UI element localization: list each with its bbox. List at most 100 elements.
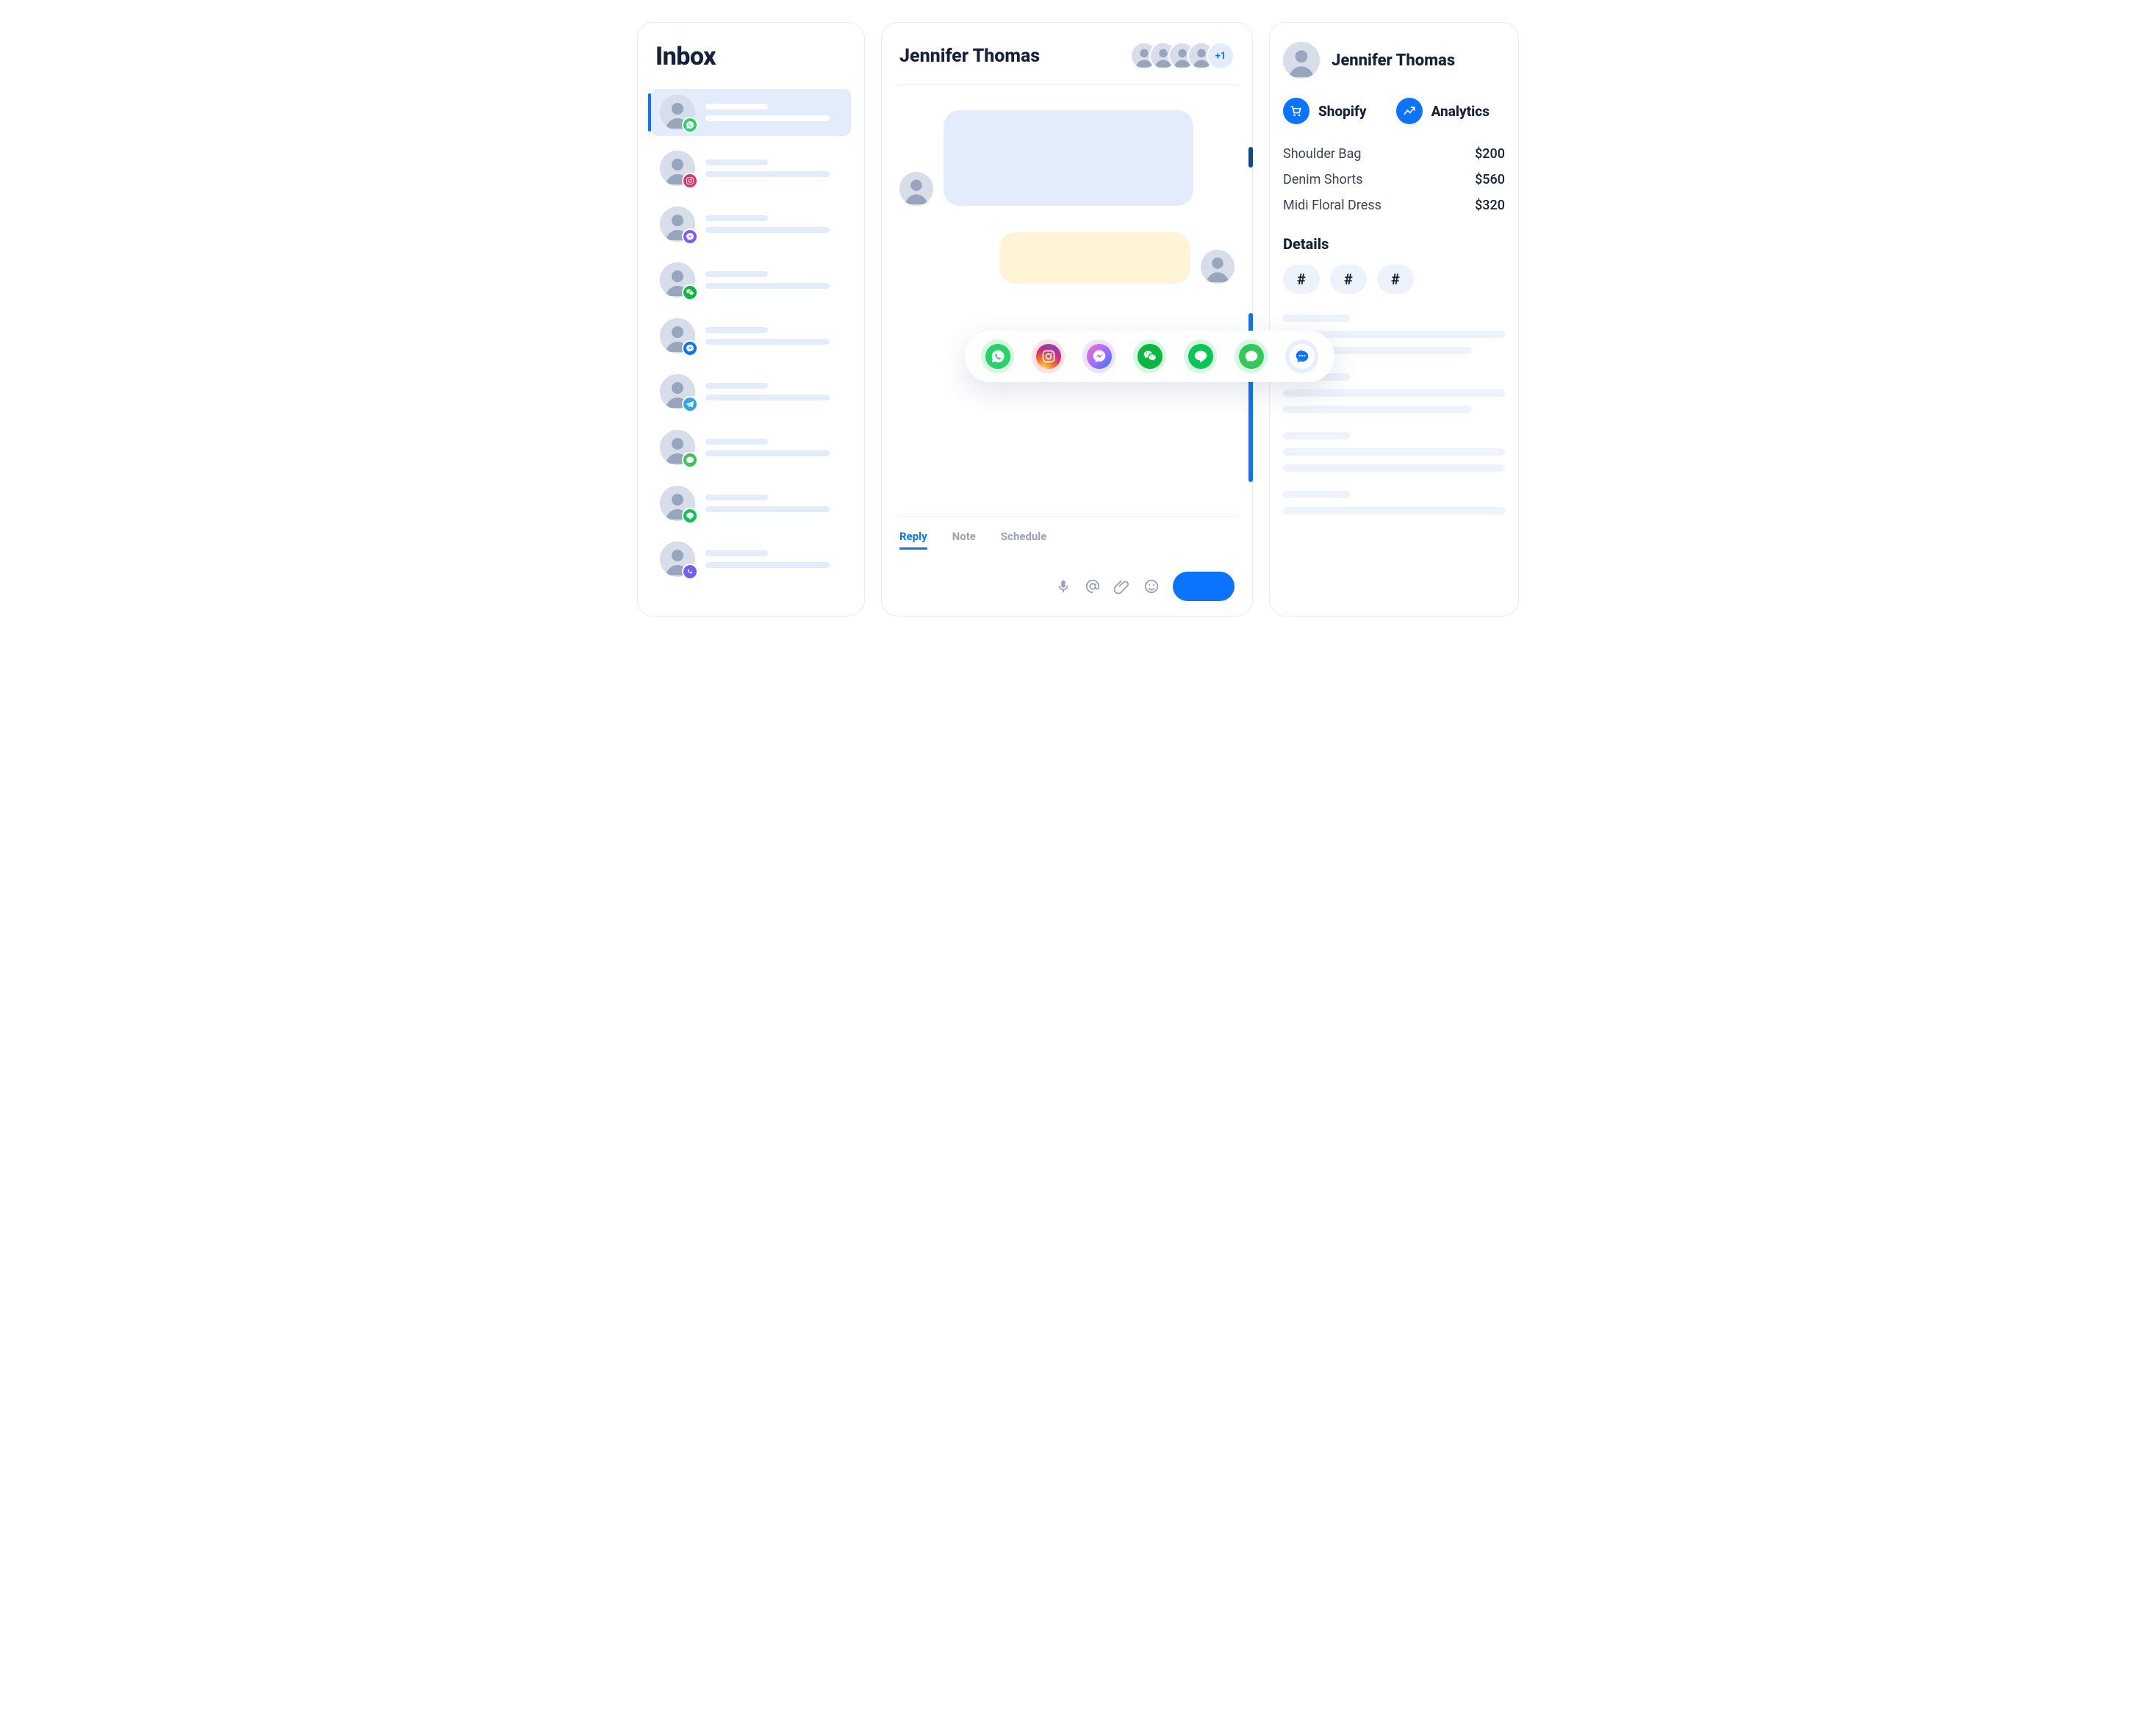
inbox-panel: Inbox bbox=[637, 22, 865, 616]
inbox-preview bbox=[705, 550, 844, 568]
attach-icon[interactable] bbox=[1114, 578, 1130, 594]
channel-sms[interactable] bbox=[1235, 339, 1268, 373]
instagram-icon bbox=[682, 173, 698, 189]
message-row-incoming bbox=[899, 110, 1235, 206]
channel-line[interactable] bbox=[1184, 339, 1217, 373]
order-row: Shoulder Bag $200 bbox=[1283, 146, 1505, 162]
order-price: $560 bbox=[1475, 172, 1505, 187]
channel-instagram[interactable] bbox=[1032, 339, 1065, 373]
placeholder-line bbox=[1283, 432, 1350, 439]
channel-messenger[interactable] bbox=[1082, 339, 1115, 373]
inbox-avatar bbox=[660, 542, 695, 577]
orders-list: Shoulder Bag $200 Denim Shorts $560 Midi Flo… bbox=[1283, 146, 1505, 213]
placeholder-block bbox=[1283, 491, 1505, 514]
telegram-icon bbox=[682, 396, 698, 412]
tab-schedule[interactable]: Schedule bbox=[1001, 530, 1046, 550]
placeholder-line bbox=[1283, 448, 1505, 456]
inbox-item[interactable] bbox=[651, 256, 851, 303]
messenger_blue-icon bbox=[682, 340, 698, 356]
viber-icon bbox=[682, 564, 698, 580]
inbox-item[interactable] bbox=[651, 424, 851, 471]
order-price: $320 bbox=[1475, 198, 1505, 213]
inbox-avatar bbox=[660, 318, 695, 353]
tab-reply[interactable]: Reply bbox=[899, 530, 927, 550]
chat-panel: Jennifer Thomas +1 bbox=[881, 22, 1253, 616]
inbox-avatar bbox=[660, 262, 695, 298]
order-name: Denim Shorts bbox=[1283, 172, 1363, 187]
inbox-avatar bbox=[660, 206, 695, 242]
plugin-shopify-label: Shopify bbox=[1318, 103, 1367, 120]
tab-note[interactable]: Note bbox=[952, 530, 976, 550]
channel-wechat[interactable] bbox=[1133, 339, 1166, 373]
placeholder-line bbox=[1283, 491, 1350, 498]
messenger-icon bbox=[682, 229, 698, 245]
inbox-item[interactable] bbox=[651, 201, 851, 248]
chat-participants[interactable]: +1 bbox=[1130, 42, 1235, 70]
tags-row: # # # bbox=[1283, 265, 1505, 294]
channel-selector-bar bbox=[965, 331, 1334, 382]
profile-avatar[interactable] bbox=[1283, 42, 1320, 79]
order-price: $200 bbox=[1475, 146, 1505, 162]
channel-chat[interactable] bbox=[1285, 339, 1318, 373]
message-avatar bbox=[899, 172, 933, 206]
inbox-preview bbox=[705, 383, 844, 400]
inbox-preview bbox=[705, 104, 844, 121]
order-row: Midi Floral Dress$320 bbox=[1283, 198, 1505, 213]
details-heading: Details bbox=[1283, 235, 1505, 253]
inbox-avatar bbox=[660, 95, 695, 130]
plugin-shopify[interactable]: Shopify bbox=[1283, 98, 1367, 124]
shopify-icon bbox=[1283, 98, 1309, 124]
profile-name: Jennifer Thomas bbox=[1332, 51, 1455, 70]
order-name: Shoulder Bag bbox=[1283, 146, 1362, 162]
placeholder-line bbox=[1283, 406, 1472, 413]
tag-pill[interactable]: # bbox=[1330, 265, 1367, 294]
placeholder-line bbox=[1283, 464, 1505, 472]
message-bubble[interactable] bbox=[944, 110, 1193, 206]
inbox-avatar bbox=[660, 486, 695, 521]
emoji-icon[interactable] bbox=[1143, 578, 1160, 594]
tag-pill[interactable]: # bbox=[1377, 265, 1414, 294]
sms-icon bbox=[682, 452, 698, 468]
app-root: Inbox bbox=[637, 22, 1519, 616]
composer-tabs: Reply Note Schedule bbox=[899, 530, 1235, 550]
send-button[interactable] bbox=[1173, 572, 1235, 601]
plugin-analytics-label: Analytics bbox=[1431, 103, 1490, 120]
plugin-analytics[interactable]: Analytics bbox=[1396, 98, 1490, 124]
inbox-preview bbox=[705, 495, 844, 512]
inbox-item[interactable] bbox=[651, 145, 851, 192]
chat-messages bbox=[895, 110, 1239, 501]
line-icon bbox=[682, 508, 698, 524]
inbox-preview bbox=[705, 327, 844, 345]
inbox-preview bbox=[705, 271, 844, 289]
inbox-avatar bbox=[660, 374, 695, 409]
inbox-preview bbox=[705, 159, 844, 177]
placeholder-block bbox=[1283, 432, 1505, 472]
wechat-icon bbox=[682, 284, 698, 301]
mention-icon[interactable] bbox=[1085, 578, 1101, 594]
whatsapp-icon bbox=[682, 117, 698, 133]
inbox-avatar bbox=[660, 430, 695, 465]
placeholder-line bbox=[1283, 507, 1505, 514]
inbox-item[interactable] bbox=[651, 89, 851, 136]
inbox-item[interactable] bbox=[651, 480, 851, 527]
profile-panel: Jennifer Thomas Shopify Analytics Should… bbox=[1269, 22, 1519, 616]
inbox-item[interactable] bbox=[651, 536, 851, 583]
inbox-item[interactable] bbox=[651, 368, 851, 415]
message-avatar bbox=[1201, 250, 1235, 284]
message-row-outgoing bbox=[899, 232, 1235, 284]
composer-actions bbox=[899, 572, 1235, 601]
participants-more[interactable]: +1 bbox=[1207, 42, 1235, 70]
placeholder-line bbox=[1283, 314, 1350, 322]
inbox-item[interactable] bbox=[651, 312, 851, 359]
analytics-icon bbox=[1396, 98, 1423, 124]
tag-pill[interactable]: # bbox=[1283, 265, 1320, 294]
chat-header: Jennifer Thomas +1 bbox=[895, 42, 1239, 85]
message-composer: Reply Note Schedule bbox=[895, 516, 1239, 601]
scroll-marker bbox=[1248, 147, 1253, 168]
inbox-list bbox=[651, 89, 851, 583]
mic-icon[interactable] bbox=[1055, 578, 1071, 594]
note-bubble[interactable] bbox=[999, 232, 1190, 284]
chat-title: Jennifer Thomas bbox=[899, 46, 1040, 67]
channel-whatsapp[interactable] bbox=[981, 339, 1014, 373]
inbox-preview bbox=[705, 215, 844, 233]
